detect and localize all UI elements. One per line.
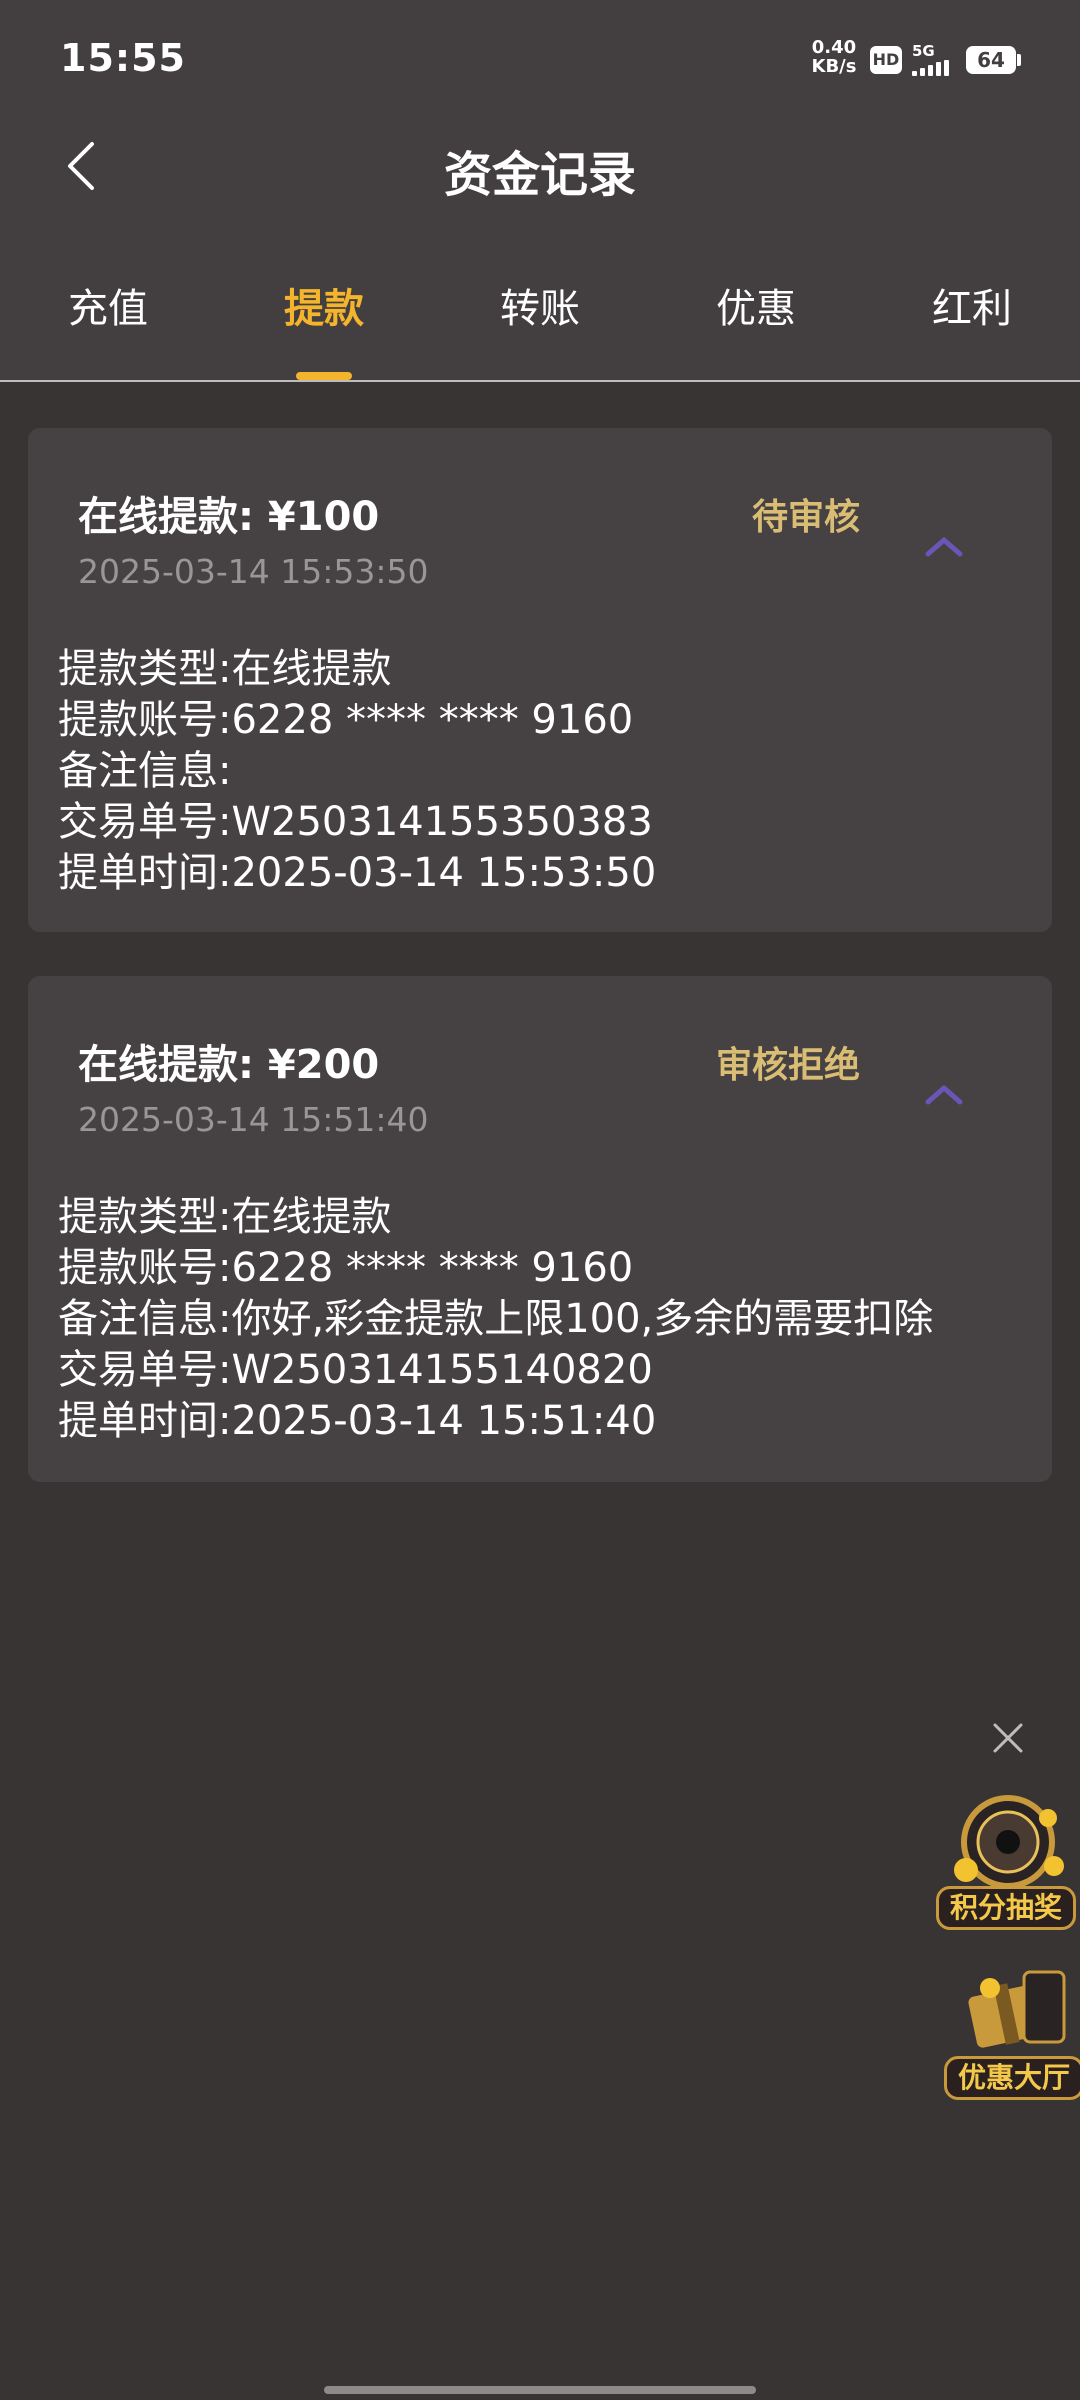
detail-value: 你好,彩金提款上限100,多余的需要扣除 — [231, 1296, 934, 1342]
network-speed-value: 0.40 — [811, 37, 857, 58]
signal-icon: 5G — [912, 42, 960, 76]
detail-label: 提单时间: — [58, 850, 232, 896]
detail-value: 6228 **** **** 9160 — [231, 697, 634, 743]
withdrawal-record-card[interactable]: 在线提款: ¥200 2025-03-14 15:51:40 审核拒绝 提款类型… — [28, 976, 1052, 1482]
detail-value: 在线提款 — [231, 646, 392, 692]
tab-divider — [0, 380, 1080, 382]
battery-icon: 64 — [966, 46, 1016, 74]
chevron-up-icon[interactable] — [924, 532, 964, 560]
status-time: 15:55 — [60, 36, 186, 80]
detail-value: 在线提款 — [231, 1194, 392, 1240]
points-lottery-button[interactable]: 积分抽奖 — [936, 1790, 1076, 1930]
detail-label: 提单时间: — [58, 1398, 232, 1444]
gift-box-icon — [968, 1970, 1066, 2048]
detail-row-submit-time: 提单时间:2025-03-14 15:51:40 — [58, 1396, 656, 1447]
status-bar: 15:55 0.40 KB/s HD 5G 64 — [0, 0, 1080, 120]
detail-row-type: 提款类型:在线提款 — [58, 1192, 391, 1243]
tab-promotion[interactable]: 优惠 — [656, 276, 856, 334]
detail-row-remark: 备注信息: — [58, 746, 231, 797]
record-datetime: 2025-03-14 15:51:40 — [78, 1100, 429, 1139]
lottery-label: 积分抽奖 — [936, 1886, 1076, 1930]
promotion-label: 优惠大厅 — [944, 2056, 1080, 2100]
record-title: 在线提款: ¥100 — [78, 494, 380, 540]
detail-value: 2025-03-14 15:53:50 — [231, 850, 657, 896]
detail-label: 提款账号: — [58, 697, 232, 743]
signal-bars — [912, 60, 949, 76]
tab-bonus[interactable]: 红利 — [872, 276, 1072, 334]
withdrawal-record-card[interactable]: 在线提款: ¥100 2025-03-14 15:53:50 待审核 提款类型:… — [28, 428, 1052, 932]
network-type: 5G — [912, 42, 935, 60]
detail-label: 交易单号: — [58, 799, 232, 845]
hd-icon: HD — [870, 46, 902, 74]
detail-row-account: 提款账号:6228 **** **** 9160 — [58, 695, 633, 746]
detail-row-type: 提款类型:在线提款 — [58, 644, 391, 695]
close-icon[interactable] — [990, 1720, 1026, 1756]
detail-label: 提款类型: — [58, 1194, 232, 1240]
record-datetime: 2025-03-14 15:53:50 — [78, 552, 429, 591]
detail-label: 备注信息: — [58, 1296, 232, 1342]
detail-value: W250314155350383 — [231, 799, 653, 845]
detail-row-account: 提款账号:6228 **** **** 9160 — [58, 1243, 633, 1294]
record-tabs: 充值 提款 转账 优惠 红利 — [0, 276, 1080, 382]
network-speed: 0.40 KB/s — [806, 38, 862, 76]
status-badge: 待审核 — [751, 497, 860, 538]
promotion-hall-button[interactable]: 优惠大厅 — [944, 1960, 1080, 2100]
network-speed-unit: KB/s — [811, 56, 857, 77]
detail-value: 6228 **** **** 9160 — [231, 1245, 634, 1291]
record-title: 在线提款: ¥200 — [78, 1042, 380, 1088]
detail-row-submit-time: 提单时间:2025-03-14 15:53:50 — [58, 848, 656, 899]
detail-label: 提款账号: — [58, 1245, 232, 1291]
detail-value: 2025-03-14 15:51:40 — [231, 1398, 657, 1444]
chevron-up-icon[interactable] — [924, 1080, 964, 1108]
detail-label: 备注信息: — [58, 748, 232, 794]
detail-row-order-number: 交易单号:W250314155350383 — [58, 797, 653, 848]
status-badge: 审核拒绝 — [715, 1045, 860, 1086]
detail-label: 交易单号: — [58, 1347, 232, 1393]
battery-tip — [1017, 54, 1021, 66]
tab-deposit[interactable]: 充值 — [8, 276, 208, 334]
detail-row-order-number: 交易单号:W250314155140820 — [58, 1345, 653, 1396]
tab-withdrawal[interactable]: 提款 — [224, 276, 424, 334]
tab-transfer[interactable]: 转账 — [440, 276, 640, 334]
home-indicator[interactable] — [324, 2386, 756, 2394]
lottery-wheel-icon — [954, 1795, 1064, 1889]
detail-value: W250314155140820 — [231, 1347, 653, 1393]
page-title: 资金记录 — [443, 147, 636, 203]
active-tab-indicator — [296, 372, 352, 380]
detail-label: 提款类型: — [58, 646, 232, 692]
detail-row-remark: 备注信息:你好,彩金提款上限100,多余的需要扣除 — [58, 1294, 933, 1345]
